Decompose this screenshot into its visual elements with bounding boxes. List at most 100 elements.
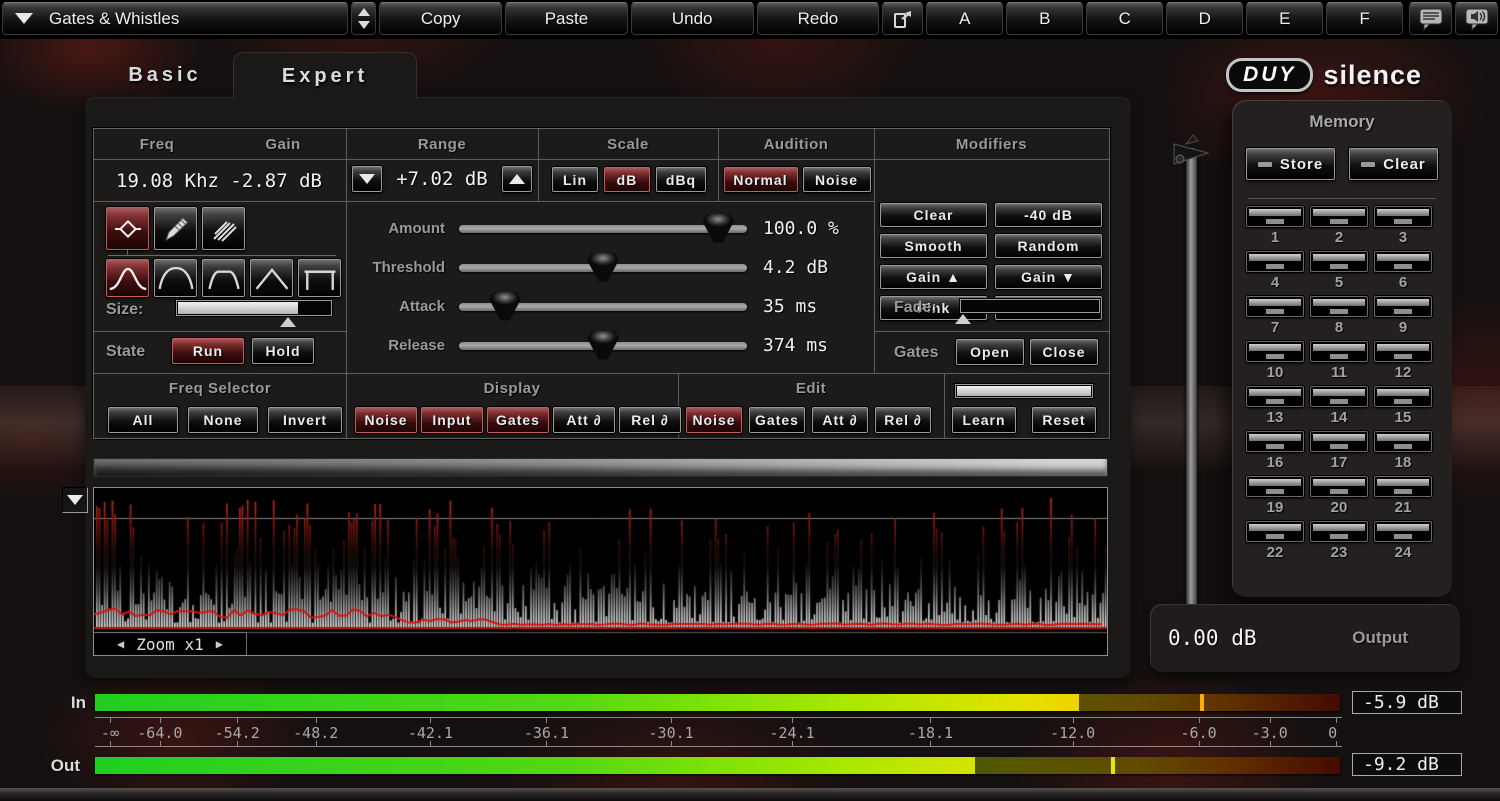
multi-draw-tool-button[interactable] (202, 207, 245, 250)
edit-att[interactable]: Att ∂ (812, 407, 868, 433)
audition-noise[interactable]: Noise (803, 167, 871, 192)
modifier-gain[interactable]: Gain ▼ (995, 265, 1102, 289)
scale-lin[interactable]: Lin (552, 167, 598, 192)
memory-slot-21[interactable] (1374, 476, 1432, 497)
fade-slider[interactable] (960, 299, 1100, 313)
memory-slot-4[interactable] (1246, 251, 1304, 272)
tab-expert[interactable]: Expert (233, 52, 417, 99)
paste-button[interactable]: Paste (505, 2, 628, 35)
modifier-clear[interactable]: Clear (880, 203, 987, 227)
output-fader-track[interactable] (1186, 148, 1197, 622)
zoom-out-arrow-icon[interactable]: ◀ (117, 637, 124, 651)
memory-slot-1[interactable] (1246, 206, 1304, 227)
memory-slot-5[interactable] (1310, 251, 1368, 272)
display-att[interactable]: Att ∂ (553, 407, 615, 433)
memory-slot-10[interactable] (1246, 341, 1304, 362)
audio-bubble-button[interactable] (1455, 2, 1498, 35)
shape-bell-button[interactable] (106, 259, 149, 297)
display-input[interactable]: Input (421, 407, 483, 433)
size-marker[interactable] (280, 317, 296, 327)
shape-square-button[interactable] (298, 259, 341, 297)
export-preset-button[interactable] (882, 2, 923, 35)
memory-slot-2[interactable] (1310, 206, 1368, 227)
memory-slot-14[interactable] (1310, 386, 1368, 407)
spectrum-display[interactable]: ◀ Zoom x1 ▶ (93, 487, 1108, 656)
memory-slot-12[interactable] (1374, 341, 1432, 362)
scale-dbq[interactable]: dBq (656, 167, 706, 192)
bank-b-button[interactable]: B (1006, 2, 1083, 35)
edit-rel[interactable]: Rel ∂ (875, 407, 931, 433)
attack-slider-thumb[interactable] (489, 292, 521, 321)
memory-slot-3[interactable] (1374, 206, 1432, 227)
audition-normal[interactable]: Normal (724, 167, 798, 192)
node-tool-button[interactable] (106, 207, 149, 250)
memory-slot-19[interactable] (1246, 476, 1304, 497)
shape-dome-button[interactable] (154, 259, 197, 297)
attack-slider[interactable] (459, 303, 747, 311)
size-slider[interactable] (176, 300, 332, 316)
state-run[interactable]: Run (172, 338, 244, 364)
display-gates[interactable]: Gates (487, 407, 549, 433)
memory-slot-23[interactable] (1310, 521, 1368, 542)
freqsel-none[interactable]: None (188, 407, 258, 433)
display-collapse-button[interactable] (62, 487, 88, 513)
zoom-control[interactable]: ◀ Zoom x1 ▶ (94, 632, 247, 655)
preset-spinner[interactable] (351, 2, 376, 35)
state-hold[interactable]: Hold (252, 338, 314, 364)
modifier-gain[interactable]: Gain ▲ (880, 265, 987, 289)
memory-slot-13[interactable] (1246, 386, 1304, 407)
freqsel-invert[interactable]: Invert (268, 407, 342, 433)
modifier-smooth[interactable]: Smooth (880, 234, 987, 258)
memory-slot-9[interactable] (1374, 296, 1432, 317)
tooltips-toggle-button[interactable] (1409, 2, 1452, 35)
shape-plateau-button[interactable] (202, 259, 245, 297)
gates-open[interactable]: Open (956, 339, 1024, 365)
release-slider[interactable] (459, 342, 747, 350)
learn-button[interactable]: Learn (952, 407, 1016, 433)
range-increase-button[interactable] (502, 166, 532, 192)
memory-slot-8[interactable] (1310, 296, 1368, 317)
release-slider-thumb[interactable] (587, 331, 619, 360)
memory-slot-7[interactable] (1246, 296, 1304, 317)
modifier-40-db[interactable]: -40 dB (995, 203, 1102, 227)
bank-d-button[interactable]: D (1166, 2, 1243, 35)
memory-slot-15[interactable] (1374, 386, 1432, 407)
display-noise[interactable]: Noise (355, 407, 417, 433)
reset-button[interactable]: Reset (1032, 407, 1096, 433)
copy-button[interactable]: Copy (379, 2, 502, 35)
memory-slot-17[interactable] (1310, 431, 1368, 452)
modifier-random[interactable]: Random (995, 234, 1102, 258)
range-decrease-button[interactable] (352, 166, 382, 192)
threshold-slider-thumb[interactable] (587, 253, 619, 282)
memory-slot-18[interactable] (1374, 431, 1432, 452)
memory-slot-22[interactable] (1246, 521, 1304, 542)
memory-slot-20[interactable] (1310, 476, 1368, 497)
undo-button[interactable]: Undo (631, 2, 754, 35)
memory-clear-button[interactable]: Clear (1349, 148, 1438, 180)
shape-peak-button[interactable] (250, 259, 293, 297)
output-fader-handle[interactable] (1168, 132, 1216, 174)
threshold-slider[interactable] (459, 264, 747, 272)
memory-slot-16[interactable] (1246, 431, 1304, 452)
edit-noise[interactable]: Noise (686, 407, 742, 433)
fade-marker[interactable] (955, 314, 971, 324)
memory-slot-24[interactable] (1374, 521, 1432, 542)
pencil-tool-button[interactable] (154, 207, 197, 250)
bank-e-button[interactable]: E (1246, 2, 1323, 35)
scale-db[interactable]: dB (604, 167, 650, 192)
memory-store-button[interactable]: Store (1246, 148, 1335, 180)
zoom-in-arrow-icon[interactable]: ▶ (216, 637, 223, 651)
bank-a-button[interactable]: A (926, 2, 1003, 35)
bank-c-button[interactable]: C (1086, 2, 1163, 35)
memory-slot-11[interactable] (1310, 341, 1368, 362)
freqsel-all[interactable]: All (108, 407, 178, 433)
display-rel[interactable]: Rel ∂ (619, 407, 681, 433)
memory-slot-6[interactable] (1374, 251, 1432, 272)
edit-gates[interactable]: Gates (749, 407, 805, 433)
spectrum-scrollbar[interactable] (93, 458, 1108, 477)
bank-f-button[interactable]: F (1326, 2, 1403, 35)
amount-slider-thumb[interactable] (702, 214, 734, 243)
gates-close[interactable]: Close (1030, 339, 1098, 365)
tab-basic[interactable]: Basic (95, 55, 235, 95)
redo-button[interactable]: Redo (757, 2, 880, 35)
